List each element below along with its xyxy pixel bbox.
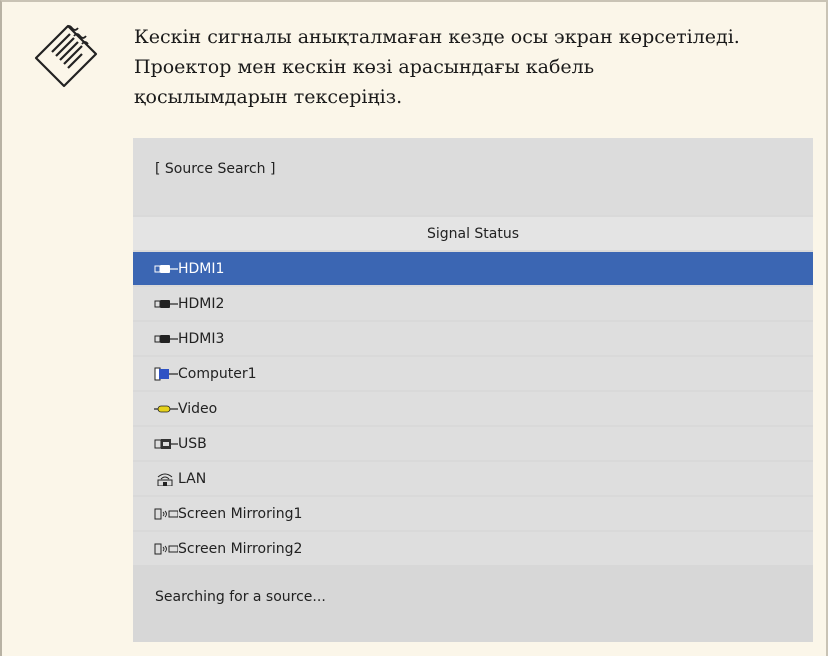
note-line: қосылымдарын тексеріңіз. xyxy=(134,86,403,108)
note-line: Кескін сигналы анықталмаған кезде осы эк… xyxy=(134,26,740,48)
note-text: Кескін сигналы анықталмаған кезде осы эк… xyxy=(134,22,814,112)
source-list: HDMI1 HDMI2 HDMI3 Computer1 Video USB LA… xyxy=(133,252,813,567)
hdmi-icon xyxy=(154,264,178,273)
video-rca-icon xyxy=(154,405,178,412)
hdmi-icon xyxy=(154,334,178,343)
signal-status-header: Signal Status xyxy=(133,217,813,250)
source-label: Video xyxy=(178,400,218,417)
source-label: HDMI1 xyxy=(178,260,225,277)
osd-title: [ Source Search ] xyxy=(155,161,276,177)
osd-footer: Searching for a source... xyxy=(133,565,813,642)
source-item-screen-mirroring2[interactable]: Screen Mirroring2 xyxy=(133,532,813,565)
source-item-usb[interactable]: USB xyxy=(133,427,813,460)
source-label: Screen Mirroring1 xyxy=(178,505,303,522)
hdmi-icon xyxy=(154,299,178,308)
note-panel: Кескін сигналы анықталмаған кезде осы эк… xyxy=(0,0,828,656)
source-item-computer1[interactable]: Computer1 xyxy=(133,357,813,390)
lan-wireless-icon xyxy=(157,473,173,486)
screen-mirroring-icon xyxy=(154,508,178,519)
source-label: HDMI3 xyxy=(178,330,225,347)
source-item-screen-mirroring1[interactable]: Screen Mirroring1 xyxy=(133,497,813,530)
source-item-hdmi3[interactable]: HDMI3 xyxy=(133,322,813,355)
source-item-video[interactable]: Video xyxy=(133,392,813,425)
source-item-hdmi2[interactable]: HDMI2 xyxy=(133,287,813,320)
source-item-lan[interactable]: LAN xyxy=(133,462,813,495)
note-line: Проектор мен кескін көзі арасындағы кабе… xyxy=(134,56,595,78)
source-label: USB xyxy=(178,435,207,452)
osd-header: [ Source Search ] xyxy=(133,138,813,215)
source-label: HDMI2 xyxy=(178,295,225,312)
search-status-text: Searching for a source... xyxy=(155,589,326,605)
usb-icon xyxy=(154,438,178,449)
source-item-hdmi1[interactable]: HDMI1 xyxy=(133,252,813,285)
source-label: Computer1 xyxy=(178,365,257,382)
source-label: Screen Mirroring2 xyxy=(178,540,303,557)
signal-status-label: Signal Status xyxy=(426,225,520,242)
source-search-screen: [ Source Search ] Signal Status HDMI1 HD… xyxy=(133,138,813,642)
notepad-icon xyxy=(34,24,98,88)
source-label: LAN xyxy=(178,470,207,487)
screen-mirroring-icon xyxy=(154,543,178,554)
computer-vga-icon xyxy=(154,367,178,380)
